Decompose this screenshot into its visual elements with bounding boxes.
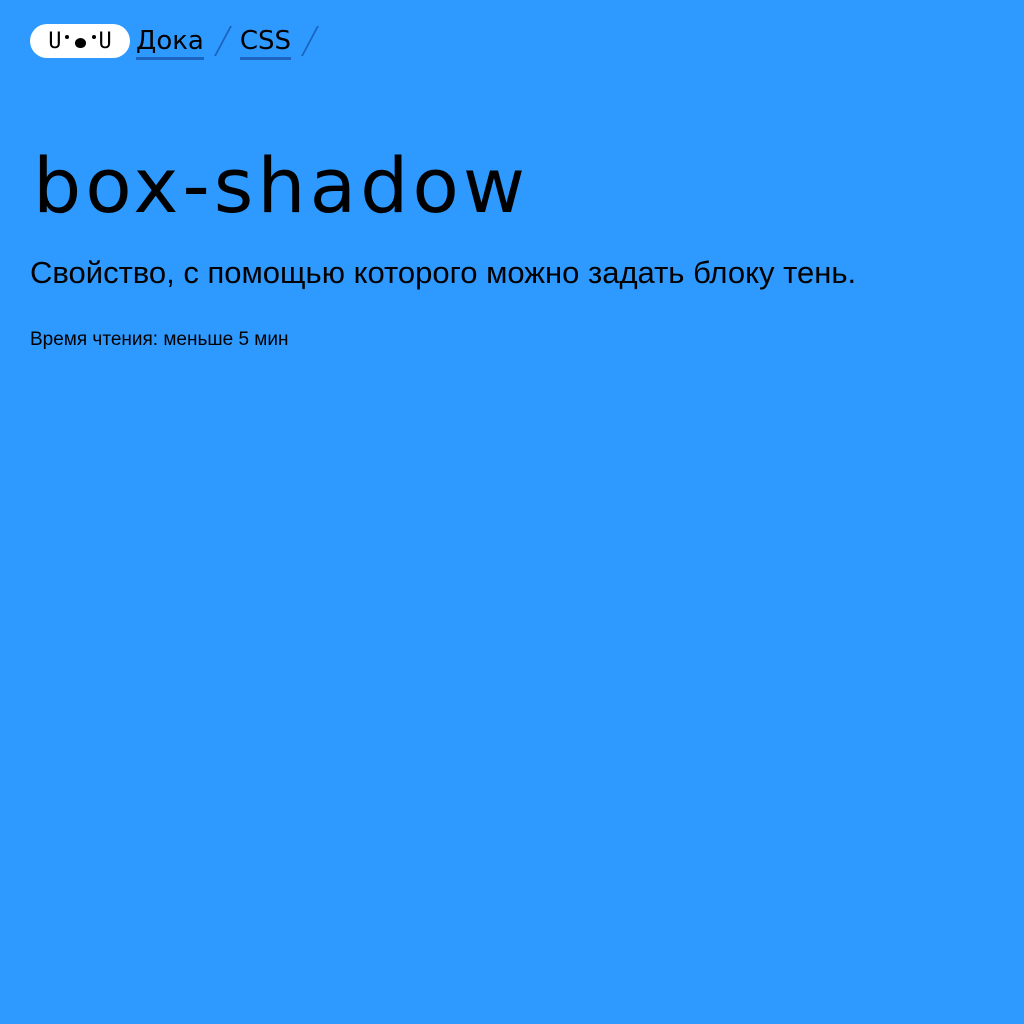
page-description: Свойство, с помощью которого можно задат…	[30, 255, 857, 290]
logo-nose-icon	[74, 38, 86, 48]
breadcrumb-separator	[301, 26, 320, 56]
page: U U Дока CSS box-shadow Свойство, с помо…	[0, 0, 1024, 1024]
reading-time: Время чтения: меньше 5 мин	[30, 329, 289, 350]
logo-eye-right-icon	[91, 35, 96, 39]
logo-letter-right: U	[98, 28, 112, 54]
home-logo-link[interactable]: U U	[30, 24, 130, 58]
page-title: box-shadow	[33, 141, 530, 230]
breadcrumb-docs-link[interactable]: Дока	[136, 26, 204, 60]
breadcrumb-css-link[interactable]: CSS	[239, 26, 292, 60]
breadcrumb: U U Дока CSS	[30, 22, 327, 60]
logo-letter-left: U	[48, 28, 62, 54]
breadcrumb-separator	[213, 26, 232, 56]
logo-eye-left-icon	[64, 35, 69, 39]
